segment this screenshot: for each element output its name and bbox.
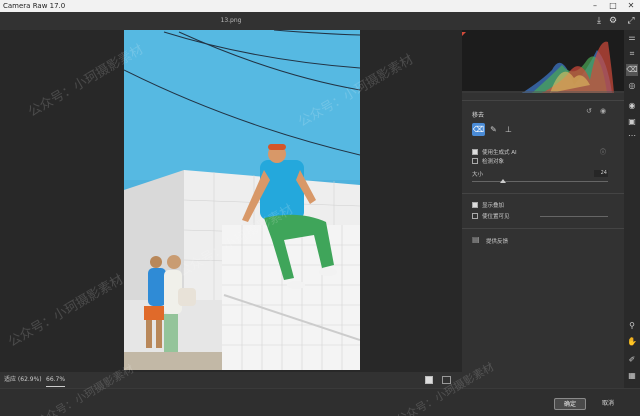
- grid-icon[interactable]: ▦: [626, 370, 638, 382]
- reset-icon[interactable]: ↺: [586, 107, 592, 115]
- zoom-icon[interactable]: ⚲: [626, 320, 638, 332]
- visualize-spots-checkbox[interactable]: [472, 213, 478, 219]
- panel-title: 移去: [472, 112, 485, 119]
- redeye-icon[interactable]: ◉: [626, 100, 638, 112]
- shadow-clipping-indicator[interactable]: [462, 32, 466, 36]
- close-button[interactable]: ✕: [622, 0, 640, 12]
- export-icon[interactable]: ⤓: [593, 15, 605, 27]
- window-title: Camera Raw 17.0: [3, 2, 66, 10]
- remove-icon[interactable]: ⌫: [626, 64, 638, 76]
- divider: [462, 228, 624, 229]
- window-controls: – □ ✕: [586, 0, 640, 12]
- minimize-button[interactable]: –: [586, 0, 604, 12]
- size-label: 大小: [472, 172, 484, 178]
- crop-icon[interactable]: ⌗: [626, 48, 638, 60]
- size-slider-handle[interactable]: [500, 179, 506, 183]
- image-canvas[interactable]: 公众号：小珂摄影素材 公众号：小珂摄影素材 公众号：小珂摄影素材 公众号：小珂摄…: [0, 30, 462, 372]
- camera-raw-window: Camera Raw 17.0 – □ ✕ 13.png ⤓ ⚙ ⤢ 公众号：小…: [0, 0, 640, 416]
- feedback-icon[interactable]: ▤: [472, 235, 480, 244]
- maximize-button[interactable]: □: [604, 0, 622, 12]
- edit-icon[interactable]: ⚌: [626, 32, 638, 44]
- size-value[interactable]: 24: [594, 170, 608, 177]
- detect-objects-checkbox[interactable]: [472, 158, 478, 164]
- expand-icon[interactable]: ⤢: [625, 15, 637, 27]
- top-right-toolbar: ⤓ ⚙ ⤢: [462, 12, 640, 30]
- mask-icon[interactable]: ◎: [626, 80, 638, 92]
- zoom-level[interactable]: 66.7%: [46, 374, 66, 387]
- generative-ai-label: 使用生成式 AI: [482, 150, 517, 156]
- photo-preview[interactable]: [124, 30, 360, 370]
- show-overlay-label: 显示叠加: [482, 203, 505, 209]
- edit-panel: 移去 ↺ ◉ ⌫ ✎ ⊥ 使用生成式 AI ⓘ 检测对象 大小 24 显示叠加 …: [462, 30, 624, 388]
- info-icon[interactable]: ⓘ: [600, 147, 606, 156]
- detect-objects-label: 检测对象: [482, 159, 505, 165]
- generative-ai-checkbox[interactable]: [472, 149, 478, 155]
- divider: [462, 193, 624, 194]
- clone-stamp-icon[interactable]: ⊥: [502, 123, 515, 136]
- ok-button[interactable]: 确定: [554, 398, 586, 410]
- view-single-icon[interactable]: [425, 376, 433, 384]
- size-slider[interactable]: [472, 181, 608, 182]
- more-icon[interactable]: ⋯: [626, 130, 638, 142]
- fit-zoom-label[interactable]: 适应 (62.9%): [4, 374, 42, 386]
- histogram: [462, 30, 624, 93]
- remove-brush-icon[interactable]: ⌫: [472, 123, 485, 136]
- file-name: 13.png: [220, 17, 242, 24]
- color-sampler-icon[interactable]: ✐: [626, 354, 638, 366]
- title-bar: Camera Raw 17.0 – □ ✕: [0, 0, 640, 12]
- visibility-icon[interactable]: ◉: [600, 107, 606, 115]
- watermark-text: 公众号：小珂摄影素材: [5, 272, 127, 351]
- settings-icon[interactable]: ⚙: [607, 15, 619, 27]
- visualize-spots-slider[interactable]: [540, 216, 608, 217]
- before-after-icon[interactable]: [442, 376, 451, 384]
- visualize-spots-label: 使位置可见: [482, 214, 510, 220]
- hand-icon[interactable]: ✋: [626, 336, 638, 348]
- tool-strip: ⚌ ⌗ ⌫ ◎ ◉ ▣ ⋯ ⚲ ✋ ✐ ▦: [624, 30, 640, 388]
- presets-icon[interactable]: ▣: [626, 116, 638, 128]
- canvas-header: 13.png: [0, 12, 462, 30]
- footer-bar: 公众号：小珂摄影素材 公众号：小珂摄影素材 确定 取消: [0, 360, 640, 416]
- heal-icon[interactable]: ✎: [487, 123, 500, 136]
- cancel-button[interactable]: 取消: [592, 398, 624, 410]
- feedback-label[interactable]: 提供反馈: [486, 237, 508, 245]
- show-overlay-checkbox[interactable]: [472, 202, 478, 208]
- divider: [462, 100, 624, 101]
- canvas-status-bar: 适应 (62.9%) 66.7%: [0, 372, 462, 388]
